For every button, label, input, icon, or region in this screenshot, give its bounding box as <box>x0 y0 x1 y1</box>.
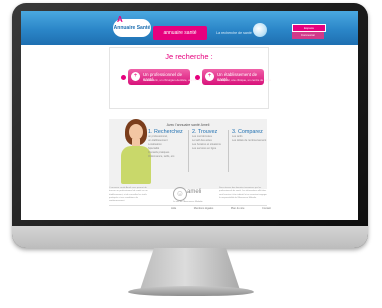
footer-link-plan[interactable]: Plan du site <box>231 207 245 210</box>
footer-description: L'annuaire santé Ameli vous permet de tr… <box>109 187 148 203</box>
woman-illustration-body <box>121 146 151 184</box>
globe-icon <box>253 23 267 37</box>
step-line: Les délais de remboursement <box>232 139 267 142</box>
brand-subtitle: Le site de l'Assurance Maladie <box>173 201 203 203</box>
step-3: 3. Comparez Les tarifs Les délais de rem… <box>232 129 276 183</box>
site-header: Annuaire Santé A annuaire santé La reche… <box>21 11 358 45</box>
ameli-brand[interactable]: ☺ ameli Le site de l'Assurance Maladie <box>173 187 213 203</box>
woman-illustration-face <box>129 124 143 140</box>
radio-dot-icon[interactable] <box>195 75 200 80</box>
choice-professionnel-button[interactable]: + Un professionnel de santé Un médecin, … <box>128 69 205 85</box>
smiley-icon: ☺ <box>173 187 187 201</box>
hospital-icon: + <box>205 72 214 81</box>
search-panel: Je recherche : + Un professionnel de san… <box>109 47 271 109</box>
monitor-chin <box>12 226 368 248</box>
choice-etablissement-button[interactable]: + Un établissement de santé Un hôpital, … <box>202 69 271 85</box>
step-divider <box>228 130 229 172</box>
step-line: Ordonnance, tarifs, etc. <box>148 155 175 158</box>
radio-dot-icon[interactable] <box>121 75 126 80</box>
brand-name: ameli <box>187 189 202 195</box>
footer-disclaimer: Sous réserve des données transmises par … <box>219 187 267 199</box>
footer-link-mentions[interactable]: Mentions légales <box>194 207 213 210</box>
screen: Annuaire Santé A annuaire santé La reche… <box>21 11 358 220</box>
footer-link-contact[interactable]: Contact <box>262 207 271 210</box>
header-link[interactable]: La recherche de santé <box>211 26 257 40</box>
footer-links: Aide Mentions légales Plan du site Conta… <box>171 207 271 210</box>
step-line: Les services en ligne <box>192 147 217 150</box>
choice-sub: Un hôpital, une clinique, un centre de s… <box>217 78 271 82</box>
step-divider <box>188 130 189 172</box>
logo-mark-icon: A <box>117 15 123 24</box>
monitor-stand-base <box>128 286 254 296</box>
panel-title: Je recherche : <box>165 52 213 61</box>
step-1: 1. Recherchez un professionnel, un établ… <box>148 129 192 183</box>
footer-link-aide[interactable]: Aide <box>171 207 176 210</box>
person-icon: + <box>131 72 140 81</box>
step-2: 2. Trouvez Les coordonnées Le tarif des … <box>192 129 236 183</box>
connexion-button[interactable]: Connexion <box>292 32 324 39</box>
espace-button[interactable]: Espace <box>292 24 326 32</box>
tab-annuaire-sante[interactable]: annuaire santé <box>153 26 207 40</box>
monitor-stand <box>140 248 240 290</box>
